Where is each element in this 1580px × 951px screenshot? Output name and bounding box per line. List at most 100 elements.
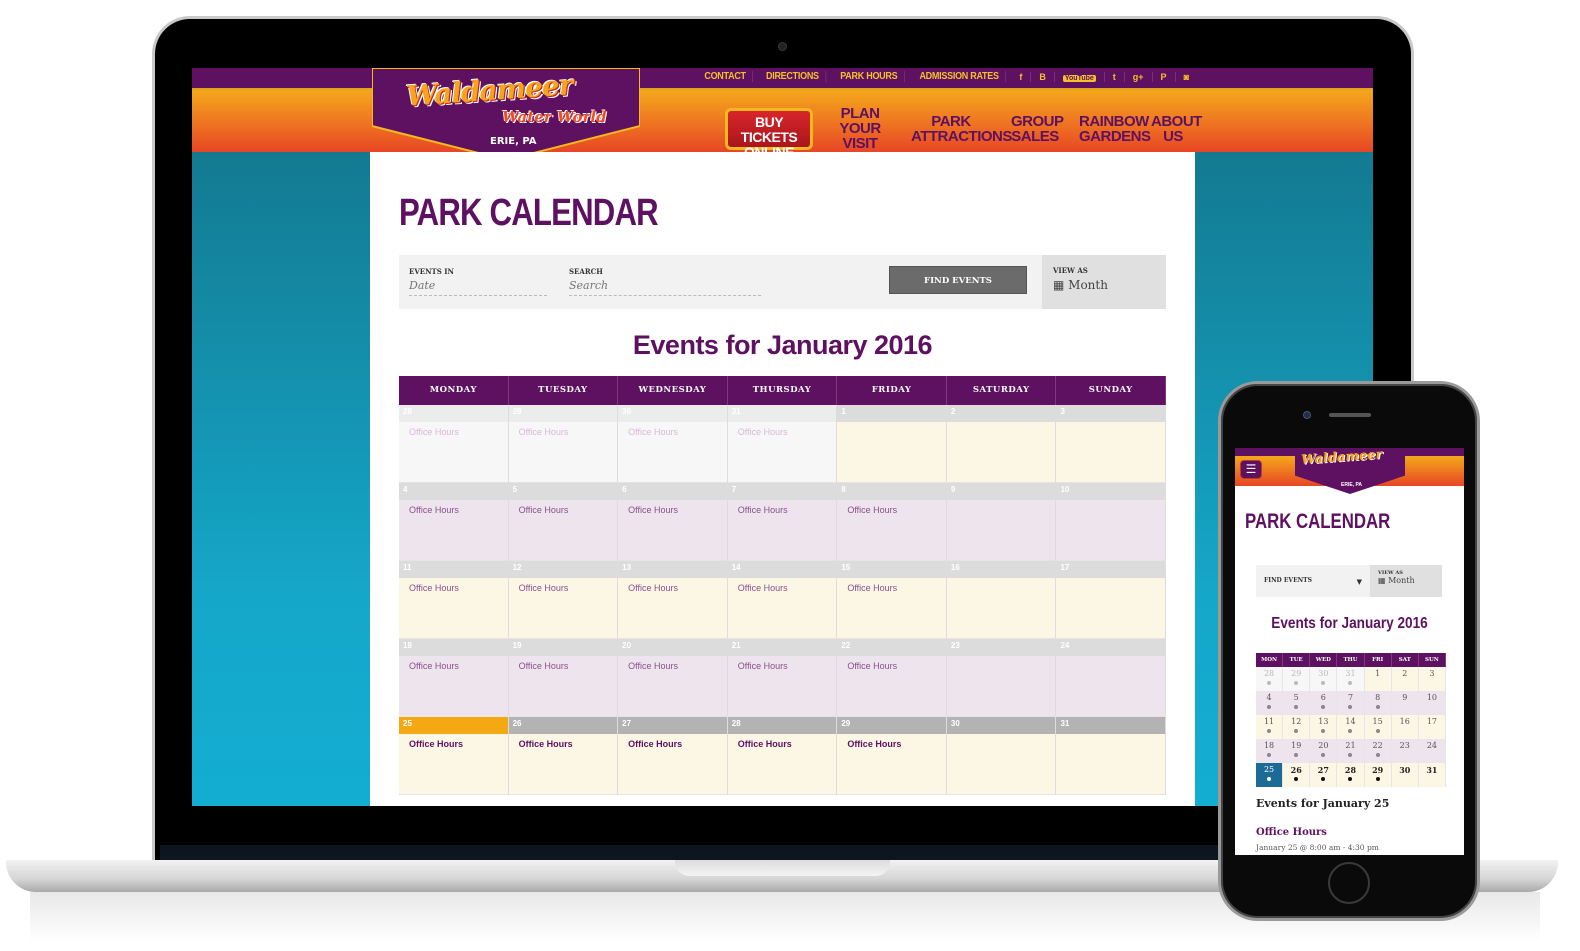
event-link[interactable]: Office Hours: [509, 734, 618, 754]
mobile-day-cell[interactable]: 20: [1310, 739, 1338, 763]
utility-link-directions[interactable]: DIRECTIONS: [760, 71, 827, 82]
mobile-day-cell[interactable]: 2: [1391, 667, 1419, 691]
calendar-day-cell[interactable]: 9: [946, 483, 1057, 561]
mobile-day-cell[interactable]: 27: [1310, 763, 1338, 787]
mobile-day-cell[interactable]: 30: [1391, 763, 1419, 787]
calendar-day-cell[interactable]: 30 Office Hours: [618, 405, 728, 483]
mobile-day-cell[interactable]: 29: [1283, 667, 1311, 691]
mobile-view-as-selector[interactable]: VIEW AS ▦ Month: [1370, 565, 1442, 597]
mobile-day-cell[interactable]: 5: [1283, 691, 1311, 715]
calendar-day-cell[interactable]: 15 Office Hours: [837, 561, 947, 639]
event-link[interactable]: Office Hours: [399, 500, 508, 520]
calendar-day-cell[interactable]: 1: [837, 405, 947, 483]
youtube-icon[interactable]: YouTube: [1055, 71, 1105, 82]
nav-about-us[interactable]: ABOUT US: [1151, 114, 1202, 144]
hamburger-menu-icon[interactable]: ☰: [1240, 460, 1262, 479]
event-link[interactable]: Office Hours: [618, 422, 727, 442]
calendar-day-cell[interactable]: 23: [946, 639, 1057, 717]
calendar-day-cell[interactable]: 30: [946, 717, 1057, 795]
mobile-day-cell[interactable]: 6: [1310, 691, 1338, 715]
calendar-day-cell[interactable]: 4 Office Hours: [399, 483, 509, 561]
calendar-day-cell[interactable]: 20 Office Hours: [618, 639, 728, 717]
calendar-day-cell[interactable]: 13 Office Hours: [618, 561, 728, 639]
nav-park-attractions[interactable]: PARK ATTRACTIONS: [911, 114, 1012, 144]
event-link[interactable]: Office Hours: [509, 656, 618, 676]
mobile-day-cell[interactable]: 10: [1418, 691, 1446, 715]
utility-link-park-hours[interactable]: PARK HOURS: [834, 71, 905, 82]
calendar-day-cell[interactable]: 16: [946, 561, 1057, 639]
mobile-day-cell[interactable]: 11: [1256, 715, 1284, 739]
mobile-day-cell[interactable]: 22: [1364, 739, 1392, 763]
mobile-day-cell[interactable]: 24: [1418, 739, 1446, 763]
nav-plan-your-visit[interactable]: PLAN YOUR VISIT: [829, 106, 891, 151]
event-link[interactable]: Office Hours: [399, 578, 508, 598]
event-link[interactable]: Office Hours: [618, 500, 727, 520]
mobile-day-cell[interactable]: 19: [1283, 739, 1311, 763]
event-link[interactable]: Office Hours: [509, 500, 618, 520]
search-input[interactable]: [569, 279, 761, 296]
mobile-day-cell[interactable]: 9: [1391, 691, 1419, 715]
calendar-day-cell[interactable]: 5 Office Hours: [508, 483, 619, 561]
nav-rainbow-gardens[interactable]: RAINBOW GARDENS: [1079, 114, 1151, 144]
event-link[interactable]: Office Hours: [837, 656, 946, 676]
event-link[interactable]: Office Hours: [618, 734, 727, 754]
nav-group-sales[interactable]: GROUP SALES: [1011, 114, 1064, 144]
calendar-day-cell[interactable]: 14 Office Hours: [727, 561, 838, 639]
event-link[interactable]: Office Hours: [509, 422, 618, 442]
calendar-day-cell[interactable]: 11 Office Hours: [399, 561, 509, 639]
mobile-event-title[interactable]: Office Hours: [1256, 827, 1327, 838]
event-link[interactable]: Office Hours: [618, 656, 727, 676]
mobile-find-events-toggle[interactable]: FIND EVENTS ▼: [1256, 565, 1370, 597]
view-as-selector[interactable]: VIEW AS ▦ Month: [1042, 255, 1166, 309]
mobile-day-cell[interactable]: 18: [1256, 739, 1284, 763]
event-link[interactable]: Office Hours: [728, 734, 837, 754]
mobile-day-cell[interactable]: 29: [1364, 763, 1392, 787]
calendar-day-cell[interactable]: 12 Office Hours: [508, 561, 619, 639]
blogger-icon[interactable]: B: [1031, 71, 1055, 82]
event-link[interactable]: Office Hours: [728, 500, 837, 520]
calendar-day-cell[interactable]: 7 Office Hours: [727, 483, 838, 561]
mobile-day-cell[interactable]: 21: [1337, 739, 1365, 763]
event-link[interactable]: Office Hours: [618, 578, 727, 598]
event-link[interactable]: Office Hours: [399, 422, 508, 442]
calendar-day-cell[interactable]: 31: [1056, 717, 1167, 795]
mobile-day-cell[interactable]: 31: [1337, 667, 1365, 691]
pinterest-icon[interactable]: P: [1153, 71, 1176, 82]
utility-link-admission-rates[interactable]: ADMISSION RATES: [913, 71, 1007, 82]
calendar-day-cell[interactable]: 25 Office Hours: [399, 717, 509, 795]
mobile-day-cell[interactable]: 28: [1337, 763, 1365, 787]
mobile-day-cell[interactable]: 23: [1391, 739, 1419, 763]
event-link[interactable]: Office Hours: [509, 578, 618, 598]
event-link[interactable]: Office Hours: [399, 734, 508, 754]
find-events-button[interactable]: FIND EVENTS: [889, 266, 1027, 294]
mobile-day-cell[interactable]: 17: [1418, 715, 1446, 739]
mobile-day-cell[interactable]: 4: [1256, 691, 1284, 715]
calendar-day-cell[interactable]: 28 Office Hours: [727, 717, 838, 795]
calendar-day-cell[interactable]: 26 Office Hours: [508, 717, 619, 795]
calendar-day-cell[interactable]: 10: [1056, 483, 1167, 561]
instagram-icon[interactable]: ◙: [1176, 72, 1197, 82]
event-link[interactable]: Office Hours: [837, 500, 946, 520]
calendar-day-cell[interactable]: 29 Office Hours: [837, 717, 947, 795]
event-link[interactable]: Office Hours: [728, 422, 837, 442]
mobile-day-cell[interactable]: 1: [1364, 667, 1392, 691]
mobile-day-cell[interactable]: 16: [1391, 715, 1419, 739]
event-link[interactable]: Office Hours: [728, 656, 837, 676]
calendar-day-cell[interactable]: 31 Office Hours: [727, 405, 838, 483]
event-link[interactable]: Office Hours: [837, 734, 946, 754]
mobile-day-cell[interactable]: 25: [1256, 763, 1284, 787]
mobile-day-cell[interactable]: 15: [1364, 715, 1392, 739]
twitter-icon[interactable]: t: [1105, 71, 1125, 82]
utility-link-contact[interactable]: CONTACT: [698, 71, 754, 82]
calendar-day-cell[interactable]: 3: [1056, 405, 1167, 483]
calendar-day-cell[interactable]: 2: [946, 405, 1057, 483]
calendar-day-cell[interactable]: 19 Office Hours: [508, 639, 619, 717]
mobile-day-cell[interactable]: 14: [1337, 715, 1365, 739]
mobile-day-cell[interactable]: 31: [1418, 763, 1446, 787]
date-input[interactable]: [409, 279, 547, 296]
mobile-day-cell[interactable]: 12: [1283, 715, 1311, 739]
calendar-day-cell[interactable]: 18 Office Hours: [399, 639, 509, 717]
google-plus-icon[interactable]: g+: [1125, 71, 1153, 82]
mobile-day-cell[interactable]: 30: [1310, 667, 1338, 691]
event-link[interactable]: Office Hours: [399, 656, 508, 676]
